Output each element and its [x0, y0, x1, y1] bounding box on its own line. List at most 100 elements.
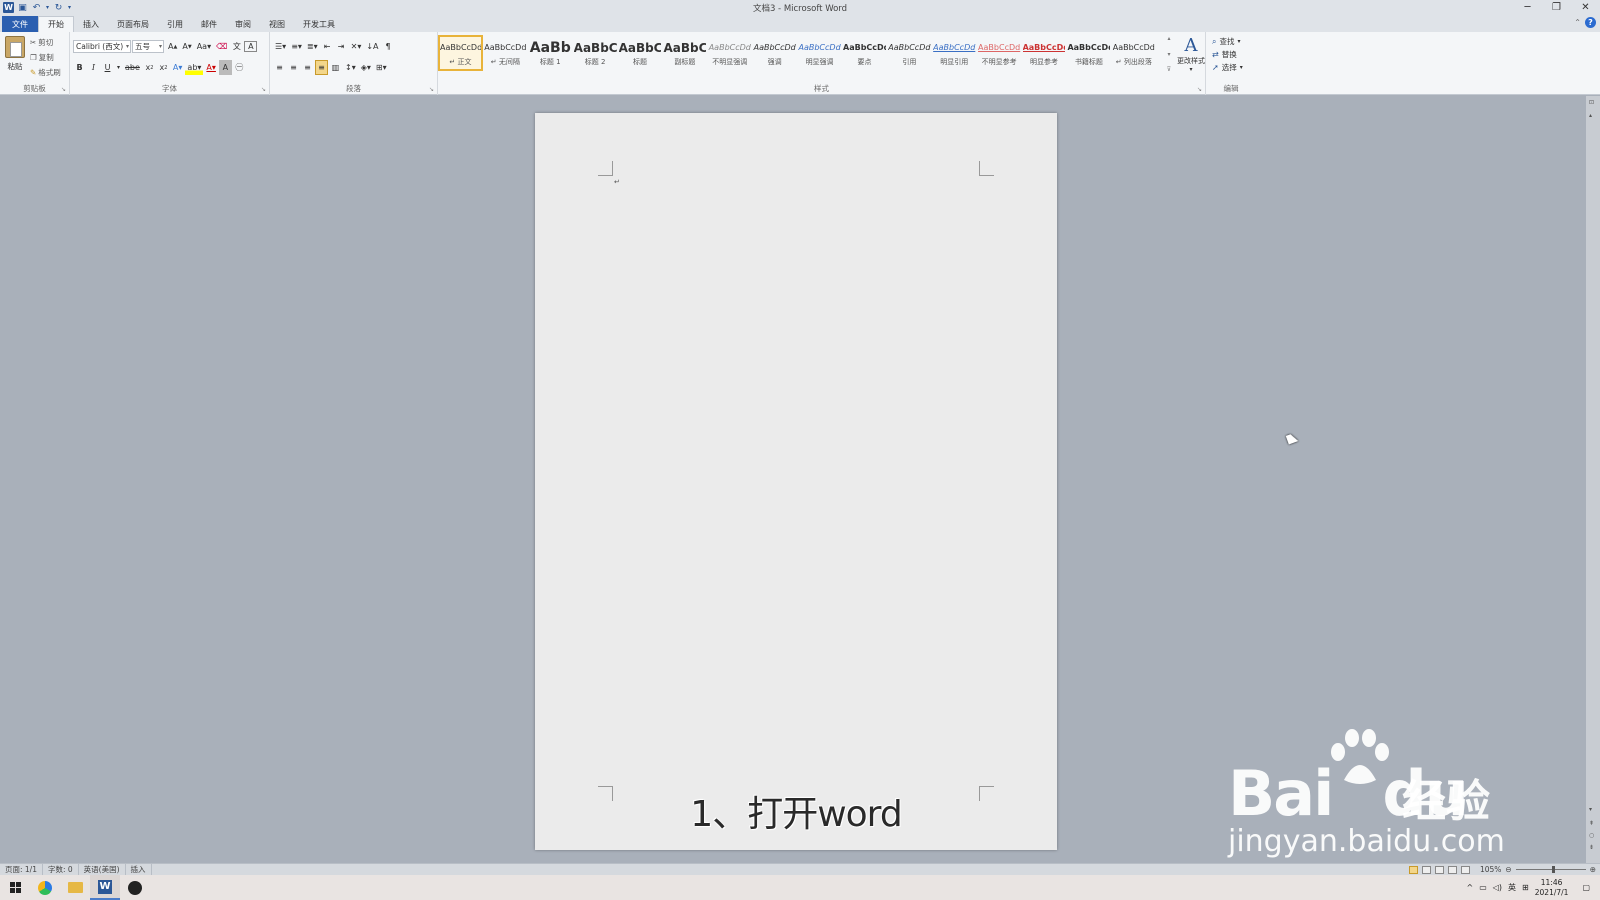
- app-taskbar-icon[interactable]: [120, 875, 150, 900]
- character-border-icon[interactable]: A: [244, 41, 258, 52]
- chevron-down-icon[interactable]: ▾: [45, 2, 50, 13]
- notification-icon[interactable]: ▢: [1582, 883, 1590, 892]
- ruler-toggle-icon[interactable]: ⊡: [1589, 99, 1594, 106]
- style-no-spacing[interactable]: AaBbCcDd ↵ 无间隔: [483, 35, 528, 71]
- align-left-icon[interactable]: ≡: [273, 60, 286, 75]
- previous-page-icon[interactable]: ⇞: [1589, 820, 1594, 827]
- style-quote[interactable]: AaBbCcDd 引用: [887, 35, 932, 71]
- explorer-taskbar-icon[interactable]: [60, 875, 90, 900]
- zoom-level[interactable]: 105%: [1480, 865, 1501, 874]
- paste-button[interactable]: 粘贴: [4, 36, 26, 72]
- more-icon[interactable]: ⊽: [1167, 66, 1171, 73]
- tab-mailings[interactable]: 邮件: [192, 16, 226, 32]
- replace-button[interactable]: ⇄ 替换: [1212, 49, 1237, 60]
- tab-insert[interactable]: 插入: [74, 16, 108, 32]
- change-case-button[interactable]: Aa▾: [195, 39, 213, 54]
- print-layout-view-icon[interactable]: [1408, 865, 1418, 874]
- select-button[interactable]: ➚ 选择 ▾: [1212, 62, 1243, 73]
- scroll-down-icon[interactable]: ▾: [1589, 806, 1592, 813]
- decrease-indent-icon[interactable]: ⇤: [321, 39, 334, 54]
- dialog-launcher-icon[interactable]: ↘: [429, 86, 434, 93]
- style-intense-quote[interactable]: AaBbCcDd 明显引用: [932, 35, 977, 71]
- word-taskbar-icon[interactable]: W: [90, 875, 120, 900]
- style-subtitle[interactable]: AaBbC 副标题: [662, 35, 707, 71]
- browse-object-icon[interactable]: ○: [1589, 832, 1594, 839]
- style-intense-emphasis[interactable]: AaBbCcDd 明显强调: [797, 35, 842, 71]
- minimize-button[interactable]: ─: [1513, 0, 1542, 15]
- font-name-combo[interactable]: Calibri (西文) ▾: [73, 40, 131, 53]
- style-emphasis[interactable]: AaBbCcDd 强调: [752, 35, 797, 71]
- enclose-character-icon[interactable]: ㊀: [233, 60, 246, 75]
- tab-review[interactable]: 审阅: [226, 16, 260, 32]
- tab-file[interactable]: 文件: [2, 16, 38, 32]
- style-intense-reference[interactable]: AaBbCcDd 明显参考: [1022, 35, 1067, 71]
- strikethrough-button[interactable]: abe: [123, 60, 142, 75]
- next-page-icon[interactable]: ⇟: [1589, 844, 1594, 851]
- insert-mode[interactable]: 插入: [126, 864, 152, 875]
- customize-qat-icon[interactable]: ▾: [67, 2, 72, 13]
- font-size-combo[interactable]: 五号 ▾: [132, 40, 164, 53]
- align-center-icon[interactable]: ≡: [287, 60, 300, 75]
- scroll-up-icon[interactable]: ▴: [1589, 112, 1592, 119]
- style-normal[interactable]: AaBbCcDd ↵ 正文: [438, 35, 483, 71]
- document-page[interactable]: ↵ 1、打开word: [535, 113, 1057, 850]
- dialog-launcher-icon[interactable]: ↘: [1197, 86, 1202, 93]
- show-marks-icon[interactable]: ¶: [382, 39, 395, 54]
- web-layout-view-icon[interactable]: [1434, 865, 1444, 874]
- tab-view[interactable]: 视图: [260, 16, 294, 32]
- tab-developer[interactable]: 开发工具: [294, 16, 344, 32]
- superscript-button[interactable]: x2: [157, 60, 170, 75]
- floppy-icon[interactable]: ▣: [17, 2, 28, 13]
- phonetic-guide-icon[interactable]: 文: [230, 39, 243, 54]
- style-heading-2[interactable]: AaBbC 标题 2: [573, 35, 618, 71]
- format-painter-button[interactable]: ✎ 格式刷: [30, 67, 61, 78]
- tray-expand-icon[interactable]: ^: [1467, 883, 1474, 892]
- underline-button[interactable]: U: [101, 60, 114, 75]
- cut-button[interactable]: ✂ 剪切: [30, 37, 53, 48]
- restore-button[interactable]: ❐: [1542, 0, 1571, 15]
- zoom-slider[interactable]: [1515, 866, 1586, 873]
- numbering-icon[interactable]: ≡▾: [289, 39, 304, 54]
- distributed-icon[interactable]: ▥: [329, 60, 342, 75]
- vertical-scrollbar[interactable]: ⊡ ▴ ▾ ⇞ ○ ⇟: [1586, 96, 1600, 863]
- chinese-layout-icon[interactable]: ✕▾: [349, 39, 364, 54]
- page-count[interactable]: 页面: 1/1: [0, 864, 43, 875]
- browser-taskbar-icon[interactable]: [30, 875, 60, 900]
- ime-mode-icon[interactable]: ⊞: [1522, 883, 1529, 892]
- borders-icon[interactable]: ⊞▾: [374, 60, 389, 75]
- tab-page-layout[interactable]: 页面布局: [108, 16, 158, 32]
- start-button[interactable]: [0, 875, 30, 900]
- dialog-launcher-icon[interactable]: ↘: [261, 86, 266, 93]
- clear-format-icon[interactable]: ⌫: [214, 39, 229, 54]
- zoom-in-icon[interactable]: ⊕: [1590, 865, 1596, 874]
- undo-icon[interactable]: ↶: [31, 2, 42, 13]
- grow-font-button[interactable]: A ▲: [166, 39, 179, 54]
- redo-icon[interactable]: ↻: [53, 2, 64, 13]
- sort-icon[interactable]: ↓A: [364, 39, 380, 54]
- highlight-icon[interactable]: ab▾: [185, 60, 204, 75]
- draft-view-icon[interactable]: [1460, 865, 1470, 874]
- multilevel-list-icon[interactable]: ≣▾: [305, 39, 320, 54]
- volume-icon[interactable]: ◁): [1493, 883, 1502, 892]
- dialog-launcher-icon[interactable]: ↘: [61, 86, 66, 93]
- style-heading-1[interactable]: AaBb 标题 1: [528, 35, 573, 71]
- ime-indicator[interactable]: 英: [1508, 882, 1516, 893]
- styles-gallery-scroll[interactable]: ▴ ▾ ⊽: [1165, 35, 1173, 73]
- bullets-icon[interactable]: ☰▾: [273, 39, 288, 54]
- tab-references[interactable]: 引用: [158, 16, 192, 32]
- minimize-ribbon-icon[interactable]: ⌃: [1574, 18, 1581, 27]
- underline-dropdown-icon[interactable]: ▾: [115, 60, 122, 75]
- line-spacing-icon[interactable]: ↕▾: [343, 60, 358, 75]
- language-indicator[interactable]: 英语(美国): [79, 864, 126, 875]
- style-list-paragraph[interactable]: AaBbCcDd ↵ 列出段落: [1111, 35, 1156, 71]
- style-title[interactable]: AaBbC 标题: [618, 35, 663, 71]
- chevron-down-icon[interactable]: ▾: [1167, 51, 1170, 58]
- italic-button[interactable]: I: [87, 60, 100, 75]
- style-book-title[interactable]: AaBbCcDd 书籍标题: [1066, 35, 1111, 71]
- chevron-up-icon[interactable]: ▴: [1167, 35, 1170, 42]
- style-strong[interactable]: AaBbCcDd 要点: [842, 35, 887, 71]
- increase-indent-icon[interactable]: ⇥: [335, 39, 348, 54]
- full-screen-view-icon[interactable]: [1421, 865, 1431, 874]
- change-styles-button[interactable]: A 更改样式 ▾: [1176, 36, 1206, 74]
- style-subtle-reference[interactable]: AaBbCcDd 不明显参考: [977, 35, 1022, 71]
